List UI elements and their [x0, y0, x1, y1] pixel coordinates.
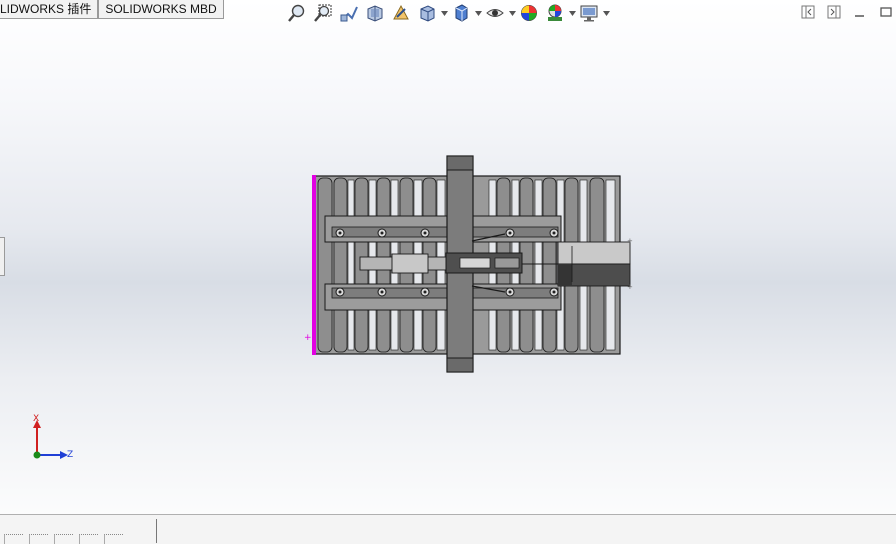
maximize-icon[interactable]: [876, 3, 896, 21]
chevron-down-icon[interactable]: [508, 1, 516, 25]
view-orientation-icon[interactable]: [414, 1, 440, 25]
chevron-down-icon[interactable]: [474, 1, 482, 25]
display-style-icon[interactable]: [448, 1, 474, 25]
tile-right-icon[interactable]: [824, 3, 844, 21]
minimize-icon[interactable]: [850, 3, 870, 21]
chevron-down-icon[interactable]: [602, 1, 610, 25]
tab-solidworks-addins[interactable]: LIDWORKS 插件: [0, 0, 99, 19]
previous-view-icon[interactable]: [336, 1, 362, 25]
dynamic-annotation-views-icon[interactable]: [388, 1, 414, 25]
tab-solidworks-mbd[interactable]: SOLIDWORKS MBD: [98, 0, 224, 19]
apply-scene-icon[interactable]: [542, 1, 568, 25]
heads-up-view-toolbar: [284, 0, 610, 26]
edit-appearance-icon[interactable]: [516, 1, 542, 25]
bottom-bar-divider: [156, 519, 157, 543]
conveyor-assembly-model[interactable]: + + +: [300, 150, 640, 380]
svg-text:+: +: [304, 333, 312, 343]
svg-text:+: +: [627, 283, 633, 291]
tile-left-icon[interactable]: [798, 3, 818, 21]
view-settings-icon[interactable]: [576, 1, 602, 25]
triad-x-label: X: [33, 414, 40, 424]
chevron-down-icon[interactable]: [568, 1, 576, 25]
section-view-icon[interactable]: [362, 1, 388, 25]
feature-tree-flyout-tab[interactable]: [0, 237, 5, 276]
chevron-down-icon[interactable]: [440, 1, 448, 25]
zoom-to-fit-icon[interactable]: [284, 1, 310, 25]
command-manager-tabs: LIDWORKS 插件 SOLIDWORKS MBD: [0, 0, 224, 19]
hide-show-items-icon[interactable]: [482, 1, 508, 25]
zoom-to-area-icon[interactable]: [310, 1, 336, 25]
viewport-window-controls: [798, 3, 896, 21]
svg-text:+: +: [627, 237, 633, 245]
triad-z-label: Z: [67, 450, 74, 460]
bottom-tabs-bar: [0, 514, 896, 544]
